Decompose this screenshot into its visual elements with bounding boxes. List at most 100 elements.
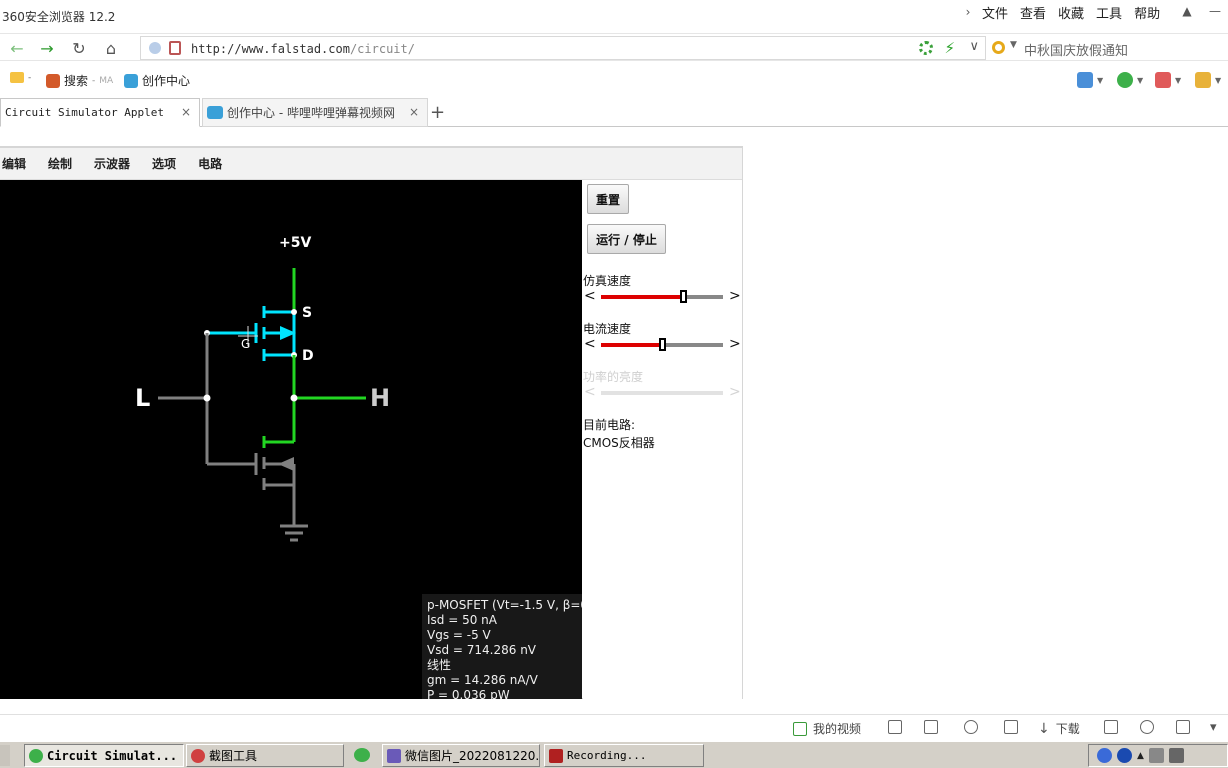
- table-icon[interactable]: [1104, 720, 1118, 734]
- navigation-bar: ← → ↻ ⌂ http://www.falstad.com/circuit/ …: [0, 33, 1228, 61]
- arrow-right-icon[interactable]: >: [729, 288, 741, 304]
- lightning-icon[interactable]: ⚡: [944, 39, 955, 57]
- windows-taskbar: Circuit Simulat... 截图工具 微信图片_2022081220.…: [0, 741, 1228, 768]
- tab-circuit-simulator[interactable]: Circuit Simulator Applet ×: [0, 98, 200, 127]
- back-arrow-icon[interactable]: ←: [6, 38, 28, 58]
- menu-file[interactable]: 文件: [982, 3, 1008, 22]
- home-icon[interactable]: ⌂: [100, 38, 122, 58]
- bookmark-bar: - 搜索 - MA 创作中心 ▼ ▼ ▼ ▼: [0, 64, 1228, 94]
- shield-icon[interactable]: [888, 720, 902, 734]
- circuit-canvas[interactable]: +5V S D G L H p-MOSFET (Vt=-1.5 V, β= Is…: [0, 180, 582, 699]
- url-text[interactable]: http://www.falstad.com/circuit/: [191, 42, 415, 56]
- pdf-icon: [1155, 72, 1171, 88]
- bookmark-creator-center[interactable]: 创作中心: [124, 72, 190, 89]
- volume-icon[interactable]: [1168, 748, 1184, 763]
- ground-symbol[interactable]: [280, 524, 308, 542]
- info-line: p-MOSFET (Vt=-1.5 V, β=0.02): [427, 598, 582, 612]
- new-tab-button[interactable]: +: [430, 102, 445, 123]
- info-line: Vsd = 714.286 nV: [427, 643, 537, 657]
- my-video-button[interactable]: 我的视频: [793, 720, 861, 737]
- arrow-left-icon[interactable]: <: [584, 288, 596, 304]
- control-panel: 重置 运行 / 停止 仿真速度 < > 电流速度 < > 功率的亮度 < > 目…: [583, 180, 742, 699]
- taskbar-item-snipping[interactable]: 截图工具: [186, 744, 344, 767]
- refresh-icon[interactable]: ↻: [68, 38, 90, 58]
- window-icon[interactable]: [1176, 720, 1190, 734]
- wechat-icon[interactable]: [354, 748, 370, 762]
- chevron-up-icon[interactable]: ▲: [1137, 751, 1144, 761]
- chevron-down-icon[interactable]: ∨: [969, 39, 979, 54]
- arrow-left-icon[interactable]: <: [584, 336, 596, 352]
- help-icon[interactable]: [1117, 748, 1132, 763]
- menu-scope[interactable]: 示波器: [94, 155, 130, 172]
- drain-label: D: [302, 348, 314, 364]
- device-icon[interactable]: [1148, 748, 1164, 763]
- shirt-skin-icon[interactable]: ▲: [1178, 2, 1196, 20]
- bilibili-icon: [207, 106, 223, 119]
- input-label-L[interactable]: L: [135, 384, 150, 412]
- reset-button[interactable]: 重置: [587, 184, 629, 214]
- current-circuit-name: CMOS反相器: [583, 436, 655, 450]
- translate-icon: [1117, 72, 1133, 88]
- menu-options[interactable]: 选项: [152, 155, 176, 172]
- arrow-right-icon[interactable]: >: [729, 336, 741, 352]
- slider-thumb[interactable]: [659, 338, 666, 351]
- tab-label: Circuit Simulator Applet: [5, 106, 164, 119]
- tab-creator-center[interactable]: 创作中心 - 哔哩哔哩弹幕视频网 ×: [202, 98, 428, 127]
- network-icon[interactable]: [1097, 748, 1112, 763]
- arrow-right-icon: >: [729, 384, 741, 400]
- search-input[interactable]: 中秋国庆放假通知: [1024, 40, 1128, 59]
- speaker-icon[interactable]: ▾: [1210, 720, 1217, 735]
- address-bar[interactable]: http://www.falstad.com/circuit/ ⚡ ∨: [140, 36, 986, 60]
- close-icon[interactable]: ×: [409, 105, 419, 119]
- run-stop-button[interactable]: 运行 / 停止: [587, 224, 666, 254]
- minimize-icon[interactable]: —: [1206, 2, 1224, 20]
- menu-help[interactable]: 帮助: [1134, 3, 1160, 22]
- bookmark-folder[interactable]: -: [10, 72, 31, 83]
- site-info-icon[interactable]: [149, 42, 161, 54]
- info-line: P = 0.036 pW: [427, 688, 510, 699]
- speed-icon[interactable]: [964, 720, 978, 734]
- toolbar-translate[interactable]: ▼: [1117, 72, 1143, 88]
- download-button[interactable]: ↓ 下载: [1038, 720, 1080, 737]
- search-engine-dropdown-icon[interactable]: ▼: [1010, 40, 1017, 50]
- menu-edit[interactable]: 编辑: [2, 155, 26, 172]
- forward-arrow-icon[interactable]: →: [36, 38, 58, 58]
- search-engine-icon[interactable]: [992, 41, 1005, 54]
- search-box[interactable]: ▼ 中秋国庆放假通知: [988, 36, 1228, 60]
- taskbar-item-wechat-image[interactable]: 微信图片_2022081220...: [382, 744, 540, 767]
- taskbar-item-recording[interactable]: Recording...: [544, 744, 704, 767]
- pmos-transistor[interactable]: [207, 306, 297, 361]
- toolbar-pdf[interactable]: ▼: [1155, 72, 1181, 88]
- nmos-transistor[interactable]: [207, 436, 296, 526]
- menu-circuits[interactable]: 电路: [198, 155, 222, 172]
- insecure-lock-icon[interactable]: [169, 41, 181, 55]
- current-speed-slider[interactable]: < >: [583, 336, 741, 354]
- pin-icon[interactable]: [1004, 720, 1018, 734]
- chevron-right-icon[interactable]: ›: [960, 5, 976, 19]
- menu-view[interactable]: 查看: [1020, 3, 1046, 22]
- toolbar-apps[interactable]: ▼: [1077, 72, 1103, 88]
- ie-icon[interactable]: [1140, 720, 1154, 734]
- browser-icon: [29, 748, 43, 763]
- image-icon[interactable]: [924, 720, 938, 734]
- folder-icon: [10, 72, 24, 83]
- menu-favorites[interactable]: 收藏: [1058, 3, 1084, 22]
- bookmark-ma-label: MA: [99, 75, 114, 86]
- taskbar-item-label: 截图工具: [209, 749, 258, 763]
- menu-tools[interactable]: 工具: [1096, 3, 1122, 22]
- sim-speed-label: 仿真速度: [583, 274, 632, 288]
- close-icon[interactable]: ×: [181, 105, 191, 119]
- info-line: gm = 14.286 nA/V: [427, 673, 538, 687]
- bookmark-search[interactable]: 搜索 - MA: [46, 72, 113, 89]
- menu-draw[interactable]: 绘制: [48, 155, 72, 172]
- browser-title-bar: 360安全浏览器 12.2 › 文件 查看 收藏 工具 帮助 ▲ —: [0, 0, 1228, 32]
- taskbar-item-circuit[interactable]: Circuit Simulat...: [24, 744, 184, 767]
- slider-track[interactable]: [601, 338, 723, 351]
- slider-track[interactable]: [601, 290, 723, 303]
- bookmark-creator-label: 创作中心: [142, 74, 191, 88]
- toolbar-screenshot[interactable]: ▼: [1195, 72, 1221, 88]
- sim-speed-slider[interactable]: < >: [583, 288, 741, 306]
- output-label-H[interactable]: H: [370, 384, 390, 412]
- slider-thumb[interactable]: [680, 290, 687, 303]
- start-edge[interactable]: [0, 745, 10, 766]
